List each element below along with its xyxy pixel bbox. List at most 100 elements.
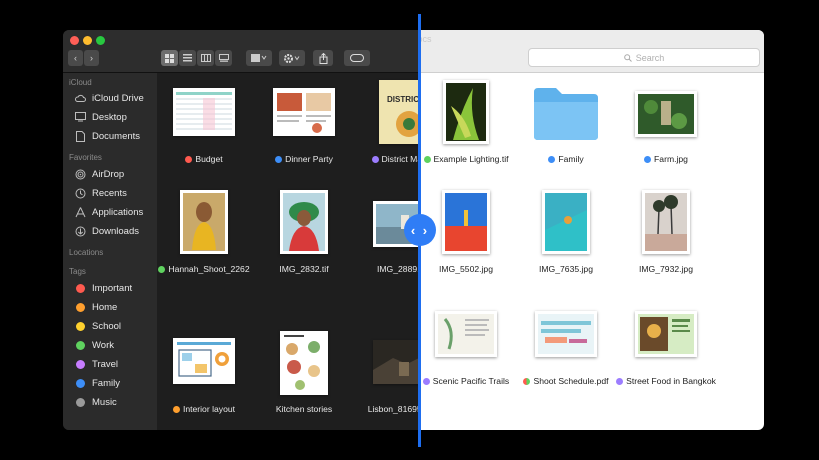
- file-label: Budget: [154, 154, 254, 165]
- share-button[interactable]: [313, 50, 333, 66]
- file-item-img-2832[interactable]: IMG_2832.tif: [254, 183, 354, 293]
- sidebar-tag-home[interactable]: Home: [75, 299, 117, 315]
- brochure-thumbnail: [435, 311, 497, 357]
- sidebar-item-desktop[interactable]: Desktop: [75, 109, 127, 125]
- group-button[interactable]: [246, 50, 272, 66]
- document-icon: [75, 130, 86, 142]
- file-label: Hannah_Shoot_2262: [154, 264, 254, 275]
- sidebar-item-applications[interactable]: Applications: [75, 204, 143, 220]
- photo-thumbnail: [642, 190, 690, 254]
- list-icon: [183, 54, 192, 62]
- sidebar-header-icloud: iCloud: [69, 78, 92, 87]
- action-button[interactable]: [279, 50, 305, 66]
- tag-color-dot: [76, 302, 85, 312]
- grid-icon: [165, 53, 174, 63]
- sidebar-item-label: Family: [92, 377, 120, 389]
- sidebar-tag-family[interactable]: Family: [75, 375, 120, 391]
- sidebar-item-label: AirDrop: [92, 168, 125, 180]
- sidebar-item-label: Important: [92, 282, 133, 294]
- sidebar-item-label: Home: [92, 301, 118, 313]
- file-label: Lisbon_81695.mov: [367, 404, 420, 414]
- columns-icon: [200, 54, 211, 62]
- tag-color-dot: [76, 378, 85, 388]
- back-button[interactable]: ‹: [68, 50, 83, 66]
- file-item-district-market[interactable]: DISTRICT District Market: [354, 73, 420, 173]
- comparison-slider-handle[interactable]: ‹ ›: [404, 214, 436, 246]
- sidebar-item-downloads[interactable]: Downloads: [75, 223, 139, 239]
- clock-icon: [75, 188, 86, 199]
- sidebar-tag-work[interactable]: Work: [75, 337, 114, 353]
- sidebar-header-favorites: Favorites: [69, 153, 102, 162]
- file-label: District Market: [354, 154, 420, 165]
- file-label: Farm.jpg: [616, 154, 716, 165]
- file-label: Interior layout: [154, 404, 254, 415]
- sidebar-item-label: Desktop: [92, 111, 127, 123]
- search-input[interactable]: Search: [528, 48, 760, 67]
- sidebar-item-recents[interactable]: Recents: [75, 185, 127, 201]
- search-icon: [623, 53, 632, 62]
- file-label: Family: [516, 154, 616, 165]
- file-label: IMG_7932.jpg: [639, 264, 693, 274]
- file-item-img-7932[interactable]: IMG_7932.jpg: [616, 183, 716, 293]
- file-item-farm[interactable]: Farm.jpg: [616, 73, 716, 173]
- floorplan-thumbnail: [173, 338, 235, 384]
- sidebar-tag-important[interactable]: Important: [75, 280, 132, 296]
- magazine-thumbnail: [635, 311, 697, 357]
- sidebar-item-label: Travel: [92, 358, 119, 370]
- file-item-street-food[interactable]: Street Food in Bangkok: [616, 311, 716, 430]
- gallery-icon: [218, 54, 229, 62]
- tag-dot: [548, 156, 556, 163]
- file-label: Shoot Schedule.pdf: [516, 376, 616, 387]
- toolbar-light: Docs Search: [420, 30, 764, 73]
- icon-view-button[interactable]: [161, 50, 178, 66]
- file-label: IMG_2832.tif: [279, 264, 329, 274]
- sidebar-tag-music[interactable]: Music: [75, 394, 117, 410]
- minimize-button[interactable]: [83, 36, 92, 45]
- sidebar-tag-school[interactable]: School: [75, 318, 121, 334]
- airdrop-icon: [75, 169, 86, 180]
- file-item-example-lighting[interactable]: Example Lighting.tif: [420, 73, 516, 173]
- close-button[interactable]: [70, 36, 79, 45]
- applications-icon: [75, 206, 86, 218]
- tag-dot: [523, 378, 531, 385]
- list-view-button[interactable]: [179, 50, 196, 66]
- sidebar-item-airdrop[interactable]: AirDrop: [75, 166, 124, 182]
- file-item-budget[interactable]: Budget: [154, 73, 254, 173]
- download-icon: [75, 226, 86, 237]
- column-view-button[interactable]: [197, 50, 214, 66]
- sidebar-item-label: iCloud Drive: [92, 92, 144, 104]
- tag-color-dot: [76, 321, 85, 331]
- zoom-button[interactable]: [96, 36, 105, 45]
- sidebar-header-tags: Tags: [69, 267, 86, 276]
- sidebar-item-label: Documents: [92, 130, 141, 142]
- file-label: Scenic Pacific Trails: [420, 376, 516, 387]
- sidebar-item-documents[interactable]: Documents: [75, 128, 140, 144]
- forward-button[interactable]: ›: [84, 50, 99, 66]
- sidebar-item-icloud-drive[interactable]: iCloud Drive: [75, 90, 144, 106]
- file-item-hannah-shoot[interactable]: Hannah_Shoot_2262: [154, 183, 254, 293]
- file-label: Example Lighting.tif: [420, 154, 516, 165]
- file-item-lisbon-mov[interactable]: Lisbon_81695.mov: [354, 331, 420, 430]
- file-item-interior-layout[interactable]: Interior layout: [154, 331, 254, 430]
- sidebar-item-label: Downloads: [92, 225, 139, 237]
- tag-color-dot: [76, 283, 85, 293]
- sidebar-item-label: Work: [92, 339, 114, 351]
- file-item-scenic-pacific-trails[interactable]: Scenic Pacific Trails: [420, 311, 516, 430]
- tag-dot: [371, 156, 379, 163]
- file-item-dinner-party[interactable]: Dinner Party: [254, 73, 354, 173]
- tags-button[interactable]: [344, 50, 370, 66]
- tag-dot: [275, 156, 283, 163]
- tag-color-dot: [76, 359, 85, 369]
- file-item-shoot-schedule[interactable]: Shoot Schedule.pdf: [516, 311, 616, 430]
- file-item-family-folder[interactable]: Family: [516, 73, 616, 173]
- file-item-img-5502[interactable]: IMG_5502.jpg: [420, 183, 516, 293]
- tag-dot: [644, 156, 652, 163]
- tag-icon: [350, 54, 364, 62]
- file-label: Kitchen stories: [275, 404, 333, 414]
- gallery-view-button[interactable]: [215, 50, 232, 66]
- sidebar-tag-travel[interactable]: Travel: [75, 356, 118, 372]
- file-item-img-7635[interactable]: IMG_7635.jpg: [516, 183, 616, 293]
- file-item-kitchen-stories[interactable]: Kitchen stories: [254, 331, 354, 430]
- photo-thumbnail: [442, 190, 490, 254]
- cloud-icon: [75, 93, 86, 104]
